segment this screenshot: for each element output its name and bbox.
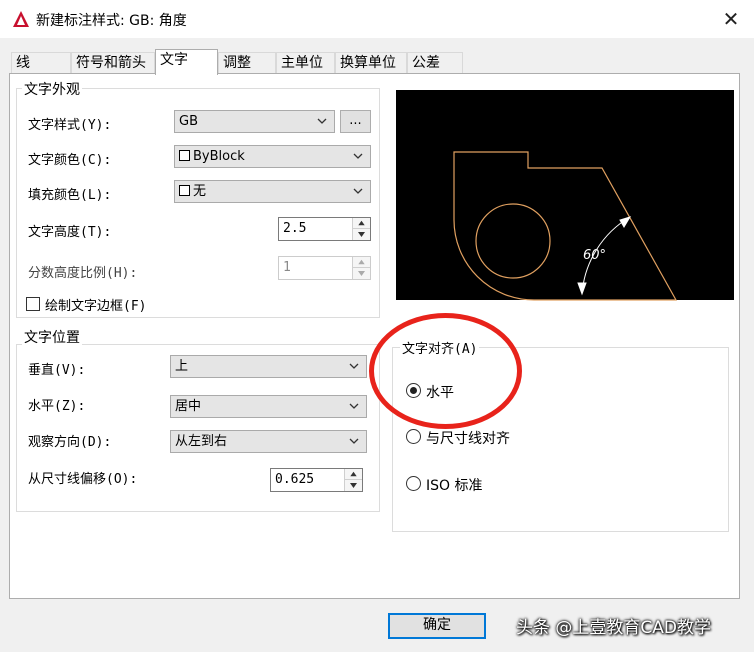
- text-style-value: GB: [179, 114, 198, 129]
- view-direction-label: 观察方向(D):: [28, 435, 112, 450]
- text-placement-title: 文字位置: [22, 327, 82, 347]
- color-swatch: [179, 150, 190, 161]
- fraction-height-value: 1: [283, 260, 291, 275]
- text-color-dropdown[interactable]: ByBlock: [174, 145, 371, 168]
- offset-spinner[interactable]: 0.625: [270, 468, 363, 492]
- chevron-down-icon: [317, 118, 327, 124]
- color-swatch: [179, 185, 190, 196]
- close-button[interactable]: ✕: [716, 6, 746, 32]
- draw-frame-label[interactable]: 绘制文字边框(F): [45, 295, 146, 314]
- fill-color-label: 填充颜色(L):: [28, 188, 112, 203]
- tab-fit[interactable]: 调整: [218, 52, 276, 74]
- text-height-value: 2.5: [283, 221, 307, 236]
- preview-background: [396, 90, 734, 300]
- spin-down-icon[interactable]: [353, 229, 370, 240]
- highlight-annotation-circle: [369, 313, 522, 429]
- offset-label: 从尺寸线偏移(O):: [28, 472, 138, 487]
- chevron-down-icon: [349, 363, 359, 369]
- horizontal-value: 居中: [175, 399, 202, 414]
- fill-color-dropdown[interactable]: 无: [174, 180, 371, 203]
- align-iso-label[interactable]: ISO 标准: [426, 475, 483, 495]
- tab-tolerances[interactable]: 公差: [407, 52, 463, 74]
- spin-down-icon: [353, 268, 370, 279]
- tab-text[interactable]: 文字: [155, 49, 218, 75]
- align-with-dimline-label[interactable]: 与尺寸线对齐: [426, 428, 510, 448]
- spin-up-icon[interactable]: [353, 218, 370, 229]
- view-direction-dropdown[interactable]: 从左到右: [170, 430, 367, 453]
- tab-symbols-arrows[interactable]: 符号和箭头: [71, 52, 155, 74]
- preview-panel: 60°: [394, 88, 736, 302]
- draw-frame-checkbox[interactable]: [26, 297, 40, 311]
- text-appearance-title: 文字外观: [22, 79, 82, 99]
- title-bar: 新建标注样式: GB: 角度 ✕: [0, 0, 754, 38]
- text-style-label: 文字样式(Y):: [28, 118, 112, 133]
- chevron-down-icon: [349, 438, 359, 444]
- autocad-logo-icon: [13, 11, 29, 27]
- spin-down-icon[interactable]: [345, 480, 362, 491]
- chevron-down-icon: [353, 188, 363, 194]
- text-color-label: 文字颜色(C):: [28, 153, 112, 168]
- fraction-height-label: 分数高度比例(H):: [28, 266, 138, 281]
- tab-alternate-units[interactable]: 换算单位: [335, 52, 407, 74]
- close-icon: ✕: [722, 7, 740, 31]
- spinner-arrows[interactable]: [352, 218, 370, 240]
- spinner-arrows: [352, 257, 370, 279]
- text-color-value: ByBlock: [193, 149, 245, 164]
- vertical-label: 垂直(V):: [28, 363, 86, 378]
- tab-primary-units[interactable]: 主单位: [276, 52, 335, 74]
- spin-up-icon[interactable]: [345, 469, 362, 480]
- align-with-dimline-radio[interactable]: [406, 429, 421, 444]
- spin-up-icon: [353, 257, 370, 268]
- window-title: 新建标注样式: GB: 角度: [36, 13, 187, 29]
- vertical-value: 上: [175, 359, 189, 374]
- horizontal-label: 水平(Z):: [28, 399, 86, 414]
- chevron-down-icon: [353, 153, 363, 159]
- chevron-down-icon: [349, 403, 359, 409]
- angle-label: 60°: [583, 248, 606, 263]
- watermark-text: 头条 @上壹教育CAD教学: [516, 618, 711, 638]
- offset-value: 0.625: [275, 472, 315, 487]
- horizontal-dropdown[interactable]: 居中: [170, 395, 367, 418]
- text-height-spinner[interactable]: 2.5: [278, 217, 371, 241]
- preview-canvas: 60°: [396, 90, 734, 301]
- text-style-browse-button[interactable]: ...: [340, 110, 371, 133]
- ok-button[interactable]: 确定: [388, 613, 486, 639]
- spinner-arrows[interactable]: [344, 469, 362, 491]
- tab-lines[interactable]: 线: [11, 52, 71, 74]
- fraction-height-spinner: 1: [278, 256, 371, 280]
- view-direction-value: 从左到右: [175, 434, 228, 449]
- text-style-dropdown[interactable]: GB: [174, 110, 335, 133]
- vertical-dropdown[interactable]: 上: [170, 355, 367, 378]
- align-iso-radio[interactable]: [406, 476, 421, 491]
- text-height-label: 文字高度(T):: [28, 225, 112, 240]
- fill-color-value: 无: [193, 184, 207, 199]
